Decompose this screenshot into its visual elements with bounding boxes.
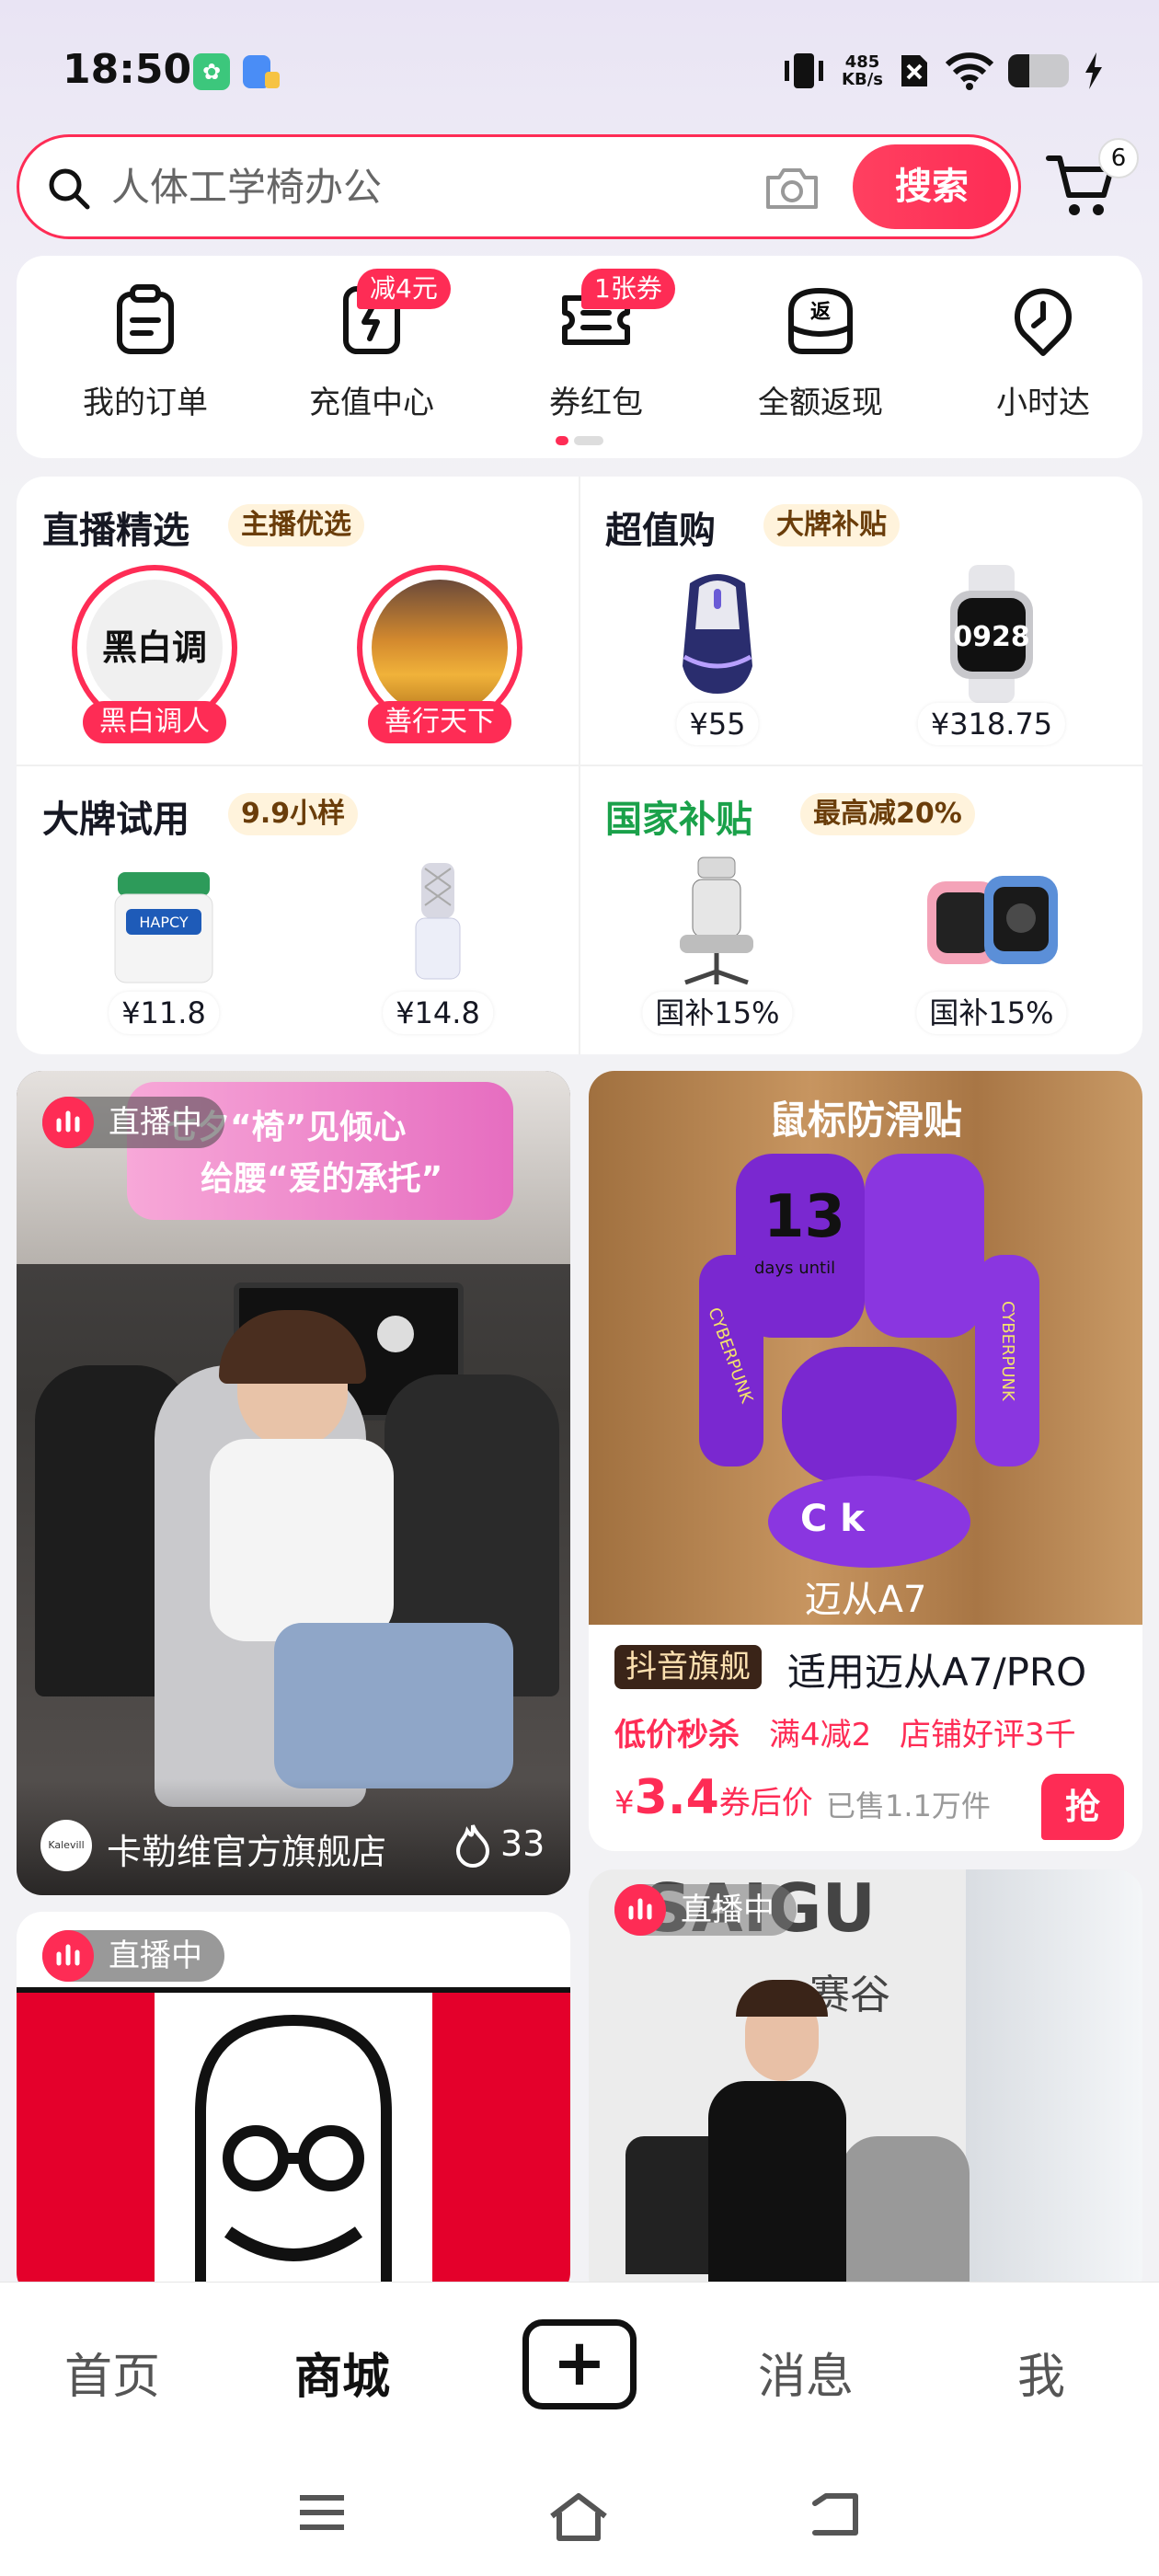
tag-reviews: 店铺好评3千 (900, 1717, 1076, 1754)
camera-icon[interactable] (763, 165, 821, 213)
quick-entry-orders[interactable]: 我的订单 (53, 283, 237, 422)
product-image: 鼠标防滑贴 13 days until CYBERPUNK CYBERPUNK … (589, 1071, 1142, 1625)
svg-text:0928: 0928 (953, 621, 1030, 653)
wifi-icon (946, 52, 993, 90)
svg-text:13: 13 (763, 1183, 845, 1251)
status-bar: 18:50 ✿ 485 KB/s (0, 0, 1159, 138)
clock-pin-icon (1015, 288, 1072, 356)
app-notification-icon-2 (243, 55, 280, 88)
vibrate-icon (785, 53, 824, 88)
menu-icon[interactable] (296, 2490, 348, 2535)
bottom-nav: 首页 商城 + 消息 我 (0, 2282, 1159, 2576)
anchor-shanxing[interactable]: 善行天下 (348, 565, 532, 749)
live-badge: 直播中 (42, 1097, 224, 1148)
chair-mesh-right (841, 2136, 970, 2283)
shop-name: 卡勒维官方旗舰店 (107, 1832, 387, 1872)
tag-flash-sale: 低价秒杀 (614, 1717, 740, 1754)
product-mouse[interactable]: ¥55 (616, 565, 819, 749)
product-kids-watch[interactable]: 国补15% (890, 854, 1093, 1038)
presenter-shirt (210, 1439, 394, 1641)
live-icon (614, 1884, 666, 1936)
app-notification-icon: ✿ (193, 53, 230, 90)
page-indicator (556, 436, 603, 445)
brand-trial-section[interactable]: 大牌试用 9.9小样 HAPCY ¥11.8 ¥14.8 (17, 765, 580, 1054)
section-tag: 9.9小样 (228, 793, 359, 835)
live-card-saigu[interactable]: SAIGU 赛谷 直播中 (589, 1869, 1142, 2302)
grip-stickers: 13 days until CYBERPUNK CYBERPUNK C k (699, 1154, 1039, 1568)
nav-home[interactable]: 首页 (64, 2338, 160, 2407)
svg-text:days until: days until (754, 1259, 835, 1278)
product-chair[interactable]: 国补15% (616, 854, 819, 1038)
product-cream[interactable]: HAPCY ¥11.8 (63, 854, 265, 1038)
grab-button[interactable]: 抢 (1041, 1774, 1124, 1840)
product-price: ¥3.4券后价 (614, 1770, 813, 1825)
product-smartwatch[interactable]: 0928 ¥318.75 (890, 565, 1093, 749)
presenter-jeans (274, 1623, 513, 1788)
cream-jar-image: HAPCY (114, 872, 213, 983)
search-bar[interactable]: 人体工学椅办公 搜索 (17, 134, 1021, 239)
coupon-badge: 1张券 (581, 269, 675, 309)
battery-icon (1008, 54, 1069, 87)
chair-image (680, 857, 753, 985)
colonel-logo (195, 2014, 392, 2298)
tag-discount: 满4减2 (769, 1717, 872, 1754)
channel-grid: 直播精选 主播优选 黑白调 黑白调人 善行天下 超值购 大牌补贴 ¥55 092… (17, 477, 1142, 1054)
plus-icon: + (552, 2325, 607, 2400)
mouse-image (683, 574, 752, 694)
live-icon (42, 1930, 94, 1982)
kids-watch-image (927, 876, 1058, 964)
search-input[interactable]: 人体工学椅办公 (111, 163, 382, 213)
fire-icon (455, 1824, 490, 1868)
shop-logo: Kalevill (40, 1820, 92, 1871)
product-card-mouse-grip[interactable]: 鼠标防滑贴 13 days until CYBERPUNK CYBERPUNK … (589, 1071, 1142, 1851)
charging-icon (1085, 52, 1102, 89)
kfc-image (17, 1993, 570, 2298)
recharge-badge: 减4元 (357, 269, 451, 309)
nav-me[interactable]: 我 (1017, 2338, 1065, 2407)
flagship-tag: 抖音旗舰 (614, 1645, 762, 1689)
anchor-heibaidiao[interactable]: 黑白调 黑白调人 (63, 565, 247, 749)
clock: 18:50 (63, 46, 192, 93)
live-card-kfc[interactable]: 直播中 (17, 1912, 570, 2298)
live-badge: 直播中 (42, 1930, 224, 1982)
order-icon (117, 284, 174, 354)
back-icon[interactable] (808, 2490, 863, 2538)
section-tag: 主播优选 (228, 504, 364, 546)
nav-mall[interactable]: 商城 (294, 2338, 390, 2407)
search-icon (49, 168, 90, 210)
section-tag: 最高减20% (800, 793, 975, 835)
svg-text:C k: C k (800, 1498, 866, 1540)
product-perfume[interactable]: ¥14.8 (337, 854, 539, 1038)
nav-messages[interactable]: 消息 (758, 2338, 854, 2407)
svg-text:CYBERPUNK: CYBERPUNK (998, 1301, 1017, 1402)
product-title: 适用迈从A7/PRO (787, 1650, 1087, 1695)
quick-entries: 我的订单 充值中心 券红包 返 全额返现 小时达 减4元 1张券 (17, 256, 1142, 458)
perfume-image (415, 863, 461, 980)
live-icon (42, 1097, 94, 1148)
live-badge: 直播中 (614, 1884, 797, 1936)
heat-count: 33 (500, 1823, 545, 1864)
quick-entry-cashback[interactable]: 返 全额返现 (729, 283, 912, 422)
cashback-icon: 返 (788, 287, 853, 354)
quick-entry-hourly[interactable]: 小时达 (951, 283, 1135, 422)
cart-count-badge: 6 (1098, 138, 1139, 178)
section-tag: 大牌补贴 (763, 504, 900, 546)
live-pick-section[interactable]: 直播精选 主播优选 黑白调 黑白调人 善行天下 (17, 477, 580, 765)
svg-text:返: 返 (810, 301, 831, 324)
value-buy-section[interactable]: 超值购 大牌补贴 ¥55 0928 ¥318.75 (580, 477, 1142, 765)
sold-count: 已售1.1万件 (826, 1788, 991, 1823)
watch-image: 0928 (950, 565, 1033, 703)
svg-text:HAPCY: HAPCY (139, 914, 189, 931)
live-card-kalevill[interactable]: 七夕“椅”见倾心 给腰“爱的承托” 直播中 Kalevill 卡勒维官方旗舰店 … (17, 1071, 570, 1895)
network-speed: 485 KB/s (842, 52, 883, 89)
gov-subsidy-section[interactable]: 国家补贴 最高减20% 国补15% 国补15% (580, 765, 1142, 1054)
create-button[interactable]: + (522, 2319, 637, 2409)
sim-off-icon (901, 55, 927, 86)
search-button[interactable]: 搜索 (853, 144, 1011, 229)
presenter-body (708, 2081, 846, 2302)
home-icon[interactable] (546, 2490, 611, 2544)
